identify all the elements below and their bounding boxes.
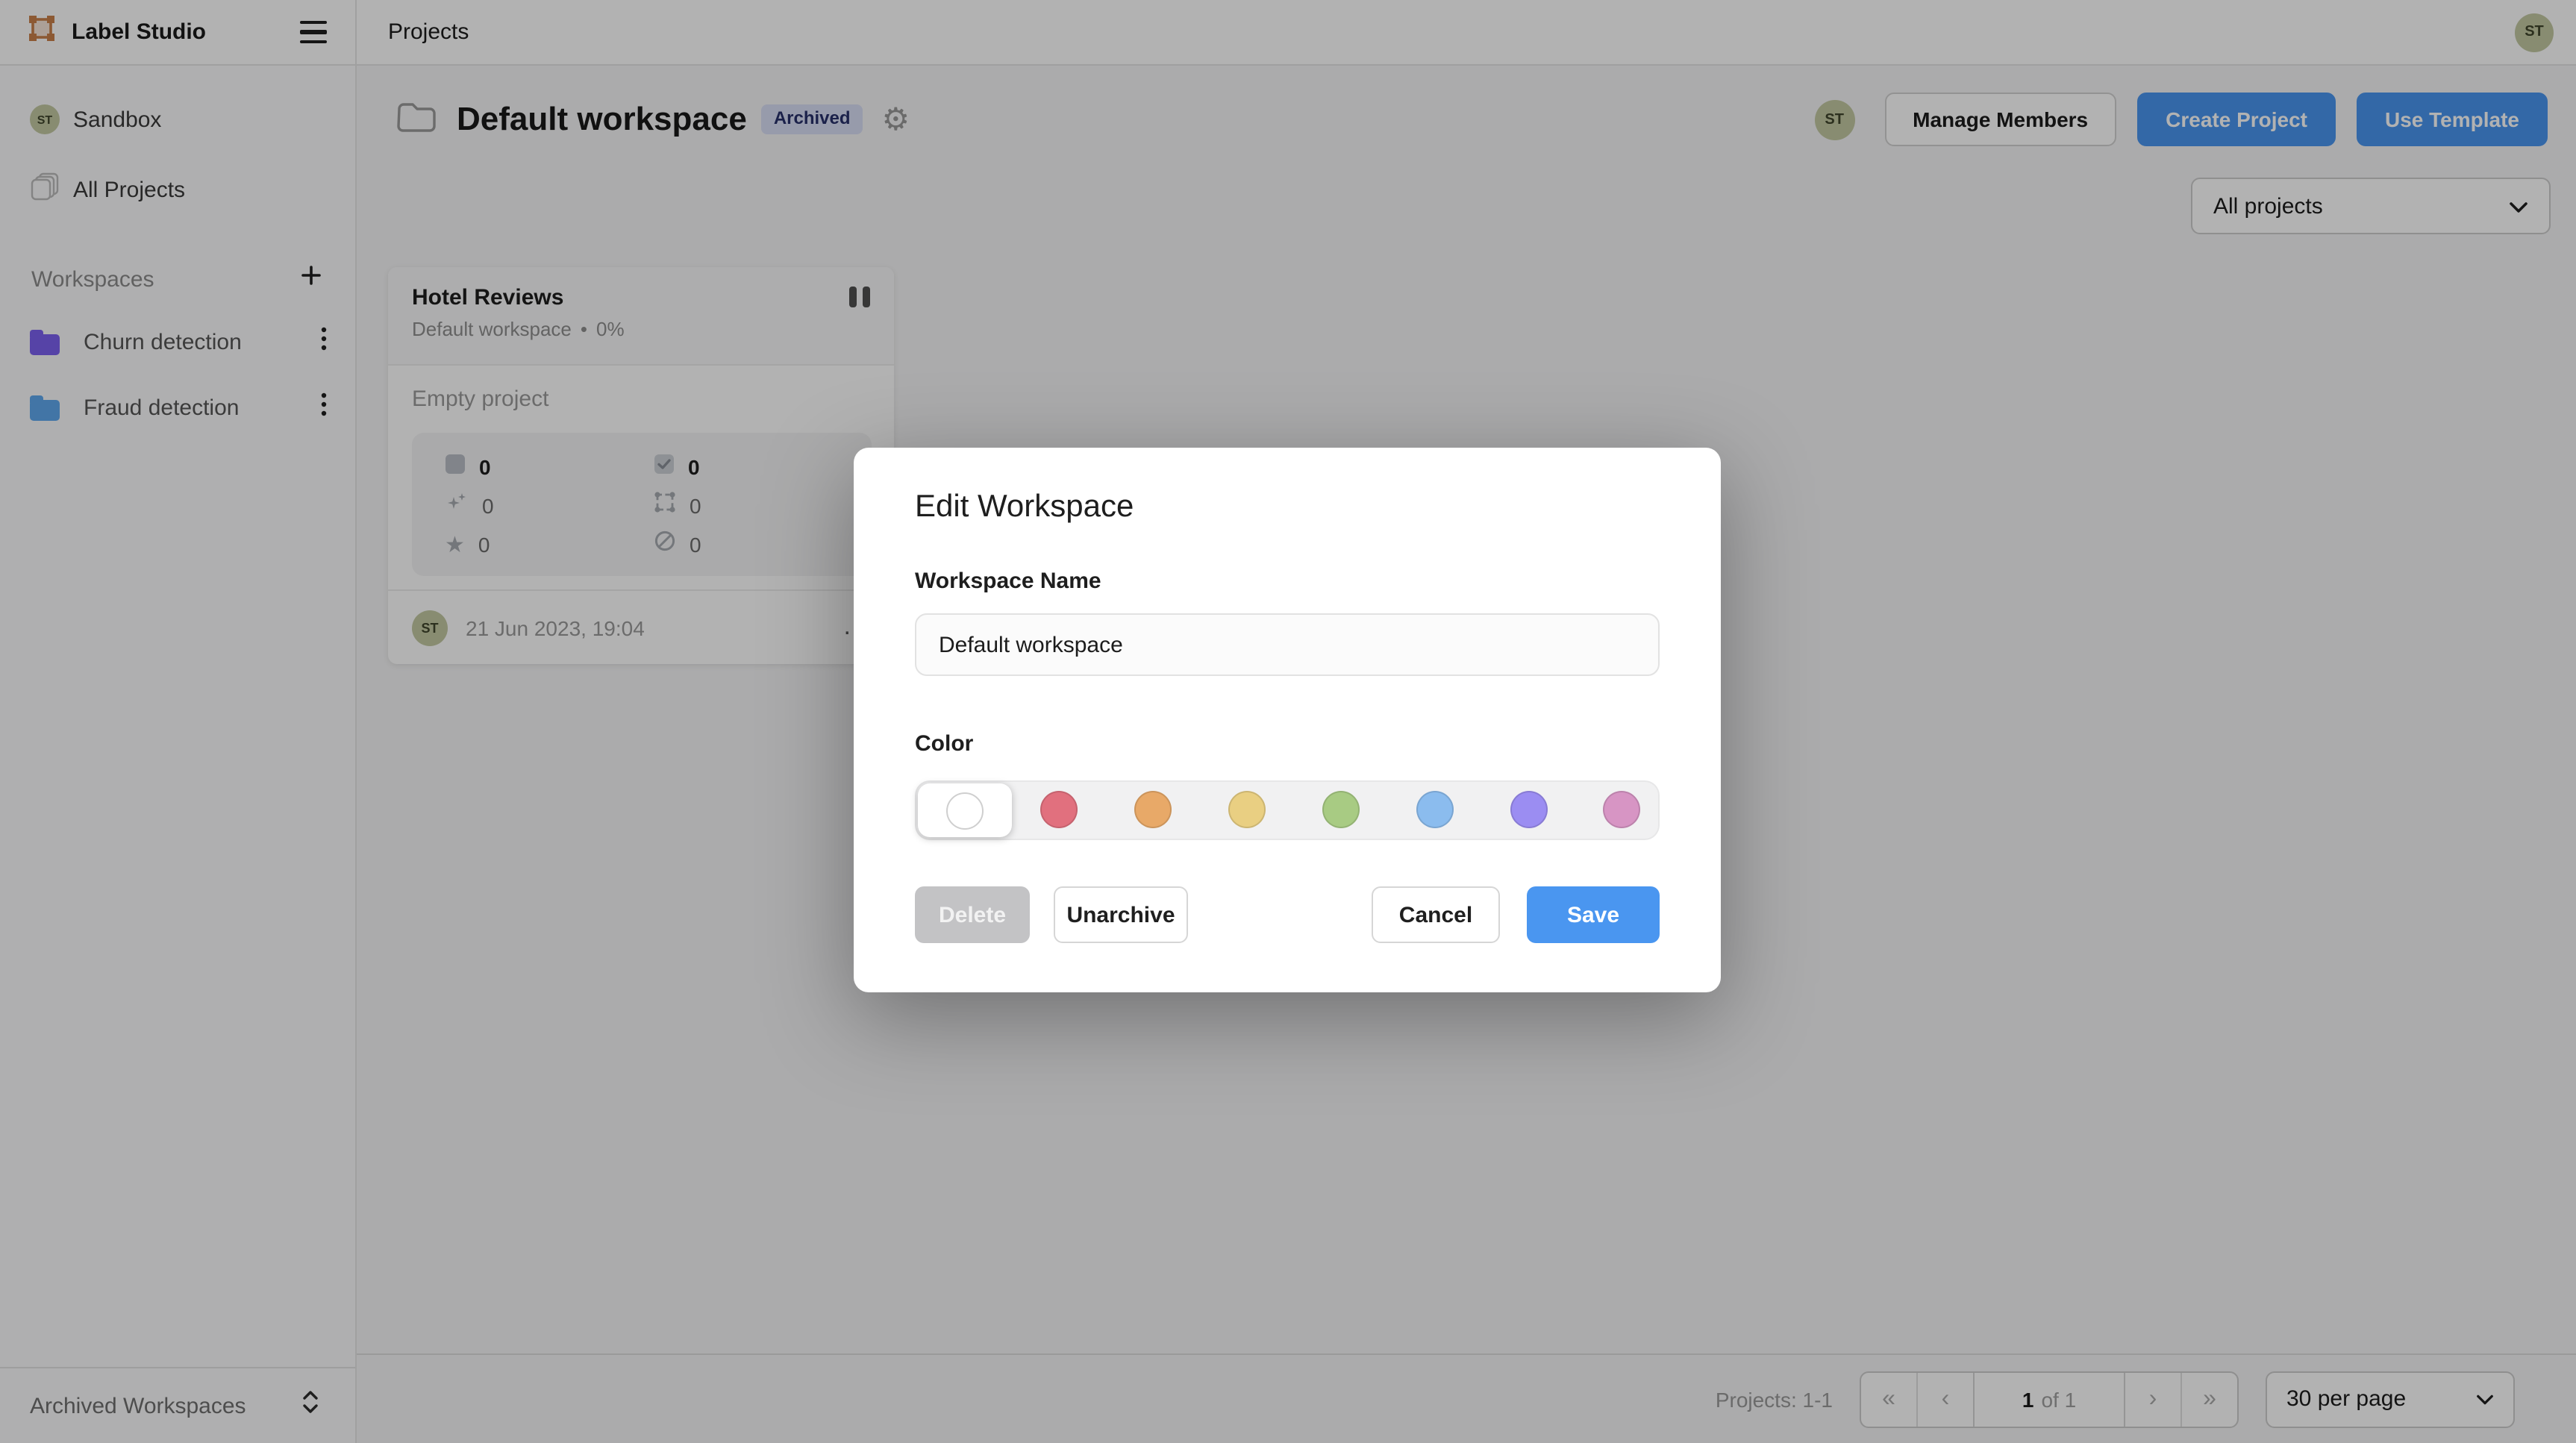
color-swatch-purple[interactable] [1510,791,1548,828]
modal-title: Edit Workspace [915,489,1660,525]
color-swatch-pink[interactable] [1603,791,1640,828]
white-color-circle [946,792,984,829]
color-swatch-selected-white[interactable] [918,783,1012,837]
color-swatch-orange[interactable] [1134,791,1172,828]
color-swatch-green[interactable] [1322,791,1360,828]
modal-actions: Delete Unarchive Cancel Save [915,886,1660,943]
edit-workspace-modal: Edit Workspace Workspace Name Color Dele… [854,448,1721,992]
workspace-name-label: Workspace Name [915,569,1660,594]
color-label: Color [915,731,1660,757]
cancel-button[interactable]: Cancel [1372,886,1500,943]
save-button[interactable]: Save [1527,886,1660,943]
color-swatch-red[interactable] [1040,791,1078,828]
color-swatch-yellow[interactable] [1228,791,1266,828]
delete-button[interactable]: Delete [915,886,1030,943]
color-picker [915,780,1660,840]
workspace-name-input[interactable] [915,613,1660,676]
unarchive-button[interactable]: Unarchive [1054,886,1188,943]
label-studio-app: Label Studio Projects ST ST Sandbox All … [0,0,2576,1443]
color-swatch-blue[interactable] [1416,791,1454,828]
